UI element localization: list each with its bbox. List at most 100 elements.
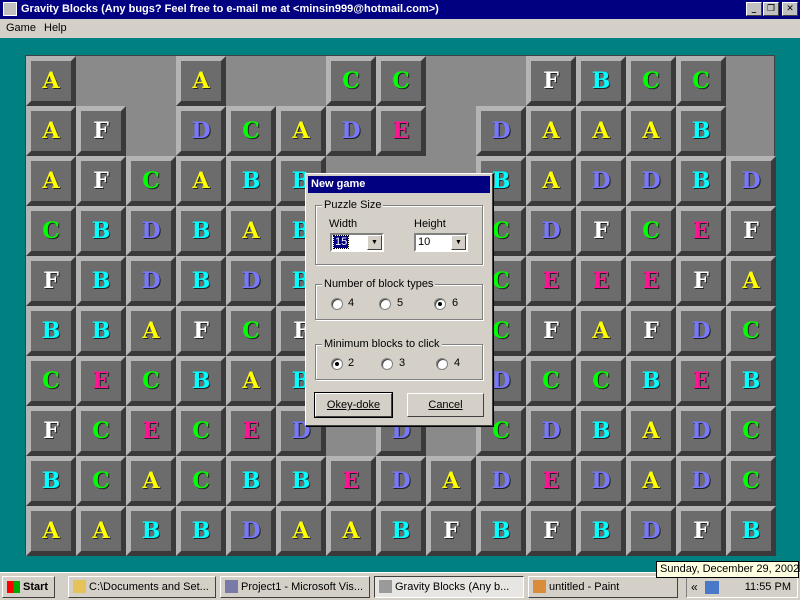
block-d[interactable]: D bbox=[676, 406, 726, 456]
block-a[interactable]: A bbox=[226, 206, 276, 256]
block-d[interactable]: D bbox=[476, 106, 526, 156]
block-a[interactable]: A bbox=[526, 156, 576, 206]
menu-help[interactable]: Help bbox=[44, 22, 67, 34]
app-icon[interactable] bbox=[3, 2, 17, 16]
block-e[interactable]: E bbox=[326, 456, 376, 506]
block-d[interactable]: D bbox=[576, 156, 626, 206]
block-b[interactable]: B bbox=[676, 156, 726, 206]
block-a[interactable]: A bbox=[626, 456, 676, 506]
block-d[interactable]: D bbox=[226, 256, 276, 306]
block-b[interactable]: B bbox=[576, 406, 626, 456]
okey-doke-button[interactable]: Okey-doke bbox=[314, 392, 393, 418]
block-b[interactable]: B bbox=[726, 506, 776, 556]
block-f[interactable]: F bbox=[526, 306, 576, 356]
block-a[interactable]: A bbox=[526, 106, 576, 156]
block-b[interactable]: B bbox=[226, 156, 276, 206]
block-c[interactable]: C bbox=[726, 306, 776, 356]
block-e[interactable]: E bbox=[526, 456, 576, 506]
task-paint[interactable]: untitled - Paint bbox=[528, 576, 678, 598]
block-d[interactable]: D bbox=[526, 206, 576, 256]
block-d[interactable]: D bbox=[676, 456, 726, 506]
block-types-radio-5[interactable] bbox=[379, 298, 391, 310]
task-visual-basic[interactable]: Project1 - Microsoft Vis... bbox=[220, 576, 370, 598]
close-button[interactable]: ✕ bbox=[782, 2, 798, 16]
block-d[interactable]: D bbox=[526, 406, 576, 456]
block-c[interactable]: C bbox=[76, 406, 126, 456]
min-blocks-radio-3[interactable] bbox=[381, 358, 393, 370]
block-types-radio-6[interactable] bbox=[434, 298, 446, 310]
block-d[interactable]: D bbox=[576, 456, 626, 506]
block-f[interactable]: F bbox=[426, 506, 476, 556]
block-b[interactable]: B bbox=[176, 206, 226, 256]
block-f[interactable]: F bbox=[26, 406, 76, 456]
block-b[interactable]: B bbox=[576, 56, 626, 106]
block-b[interactable]: B bbox=[176, 506, 226, 556]
block-c[interactable]: C bbox=[526, 356, 576, 406]
block-c[interactable]: C bbox=[376, 56, 426, 106]
block-e[interactable]: E bbox=[626, 256, 676, 306]
block-c[interactable]: C bbox=[176, 406, 226, 456]
block-b[interactable]: B bbox=[26, 456, 76, 506]
block-f[interactable]: F bbox=[526, 56, 576, 106]
block-f[interactable]: F bbox=[76, 106, 126, 156]
block-f[interactable]: F bbox=[26, 256, 76, 306]
menu-game[interactable]: Game bbox=[6, 22, 36, 34]
block-f[interactable]: F bbox=[576, 206, 626, 256]
block-c[interactable]: C bbox=[576, 356, 626, 406]
block-c[interactable]: C bbox=[76, 456, 126, 506]
block-d[interactable]: D bbox=[126, 256, 176, 306]
block-d[interactable]: D bbox=[626, 156, 676, 206]
block-d[interactable]: D bbox=[226, 506, 276, 556]
block-a[interactable]: A bbox=[26, 156, 76, 206]
block-a[interactable]: A bbox=[176, 156, 226, 206]
block-a[interactable]: A bbox=[276, 106, 326, 156]
tray-chevron-icon[interactable]: « bbox=[691, 580, 698, 594]
block-a[interactable]: A bbox=[726, 256, 776, 306]
task-documents-folder[interactable]: C:\Documents and Set... bbox=[68, 576, 216, 598]
block-f[interactable]: F bbox=[676, 256, 726, 306]
block-a[interactable]: A bbox=[426, 456, 476, 506]
block-c[interactable]: C bbox=[726, 456, 776, 506]
block-c[interactable]: C bbox=[26, 356, 76, 406]
block-c[interactable]: C bbox=[26, 206, 76, 256]
block-d[interactable]: D bbox=[726, 156, 776, 206]
block-b[interactable]: B bbox=[76, 306, 126, 356]
block-d[interactable]: D bbox=[476, 456, 526, 506]
block-a[interactable]: A bbox=[576, 306, 626, 356]
block-c[interactable]: C bbox=[176, 456, 226, 506]
block-c[interactable]: C bbox=[226, 106, 276, 156]
block-c[interactable]: C bbox=[126, 156, 176, 206]
block-f[interactable]: F bbox=[676, 506, 726, 556]
block-d[interactable]: D bbox=[176, 106, 226, 156]
block-b[interactable]: B bbox=[376, 506, 426, 556]
cancel-button[interactable]: Cancel bbox=[407, 393, 484, 417]
block-c[interactable]: C bbox=[226, 306, 276, 356]
block-a[interactable]: A bbox=[26, 506, 76, 556]
block-f[interactable]: F bbox=[526, 506, 576, 556]
block-b[interactable]: B bbox=[676, 106, 726, 156]
block-b[interactable]: B bbox=[76, 206, 126, 256]
block-e[interactable]: E bbox=[226, 406, 276, 456]
title-bar[interactable]: Gravity Blocks (Any bugs? Feel free to e… bbox=[0, 0, 800, 19]
block-e[interactable]: E bbox=[576, 256, 626, 306]
block-c[interactable]: C bbox=[626, 56, 676, 106]
network-icon[interactable] bbox=[705, 581, 719, 594]
block-d[interactable]: D bbox=[126, 206, 176, 256]
min-blocks-radio-4[interactable] bbox=[436, 358, 448, 370]
block-c[interactable]: C bbox=[626, 206, 676, 256]
minimize-button[interactable]: _ bbox=[746, 2, 762, 16]
restore-button[interactable]: ❐ bbox=[763, 2, 779, 16]
task-gravity-blocks[interactable]: Gravity Blocks (Any b... bbox=[374, 576, 524, 598]
height-select[interactable]: 10 ▼ bbox=[414, 233, 468, 252]
block-c[interactable]: C bbox=[676, 56, 726, 106]
width-dropdown-arrow-icon[interactable]: ▼ bbox=[367, 235, 382, 250]
block-b[interactable]: B bbox=[726, 356, 776, 406]
min-blocks-radio-2[interactable] bbox=[331, 358, 343, 370]
block-e[interactable]: E bbox=[526, 256, 576, 306]
block-e[interactable]: E bbox=[676, 206, 726, 256]
block-b[interactable]: B bbox=[126, 506, 176, 556]
block-b[interactable]: B bbox=[76, 256, 126, 306]
block-a[interactable]: A bbox=[76, 506, 126, 556]
block-d[interactable]: D bbox=[626, 506, 676, 556]
block-f[interactable]: F bbox=[726, 206, 776, 256]
